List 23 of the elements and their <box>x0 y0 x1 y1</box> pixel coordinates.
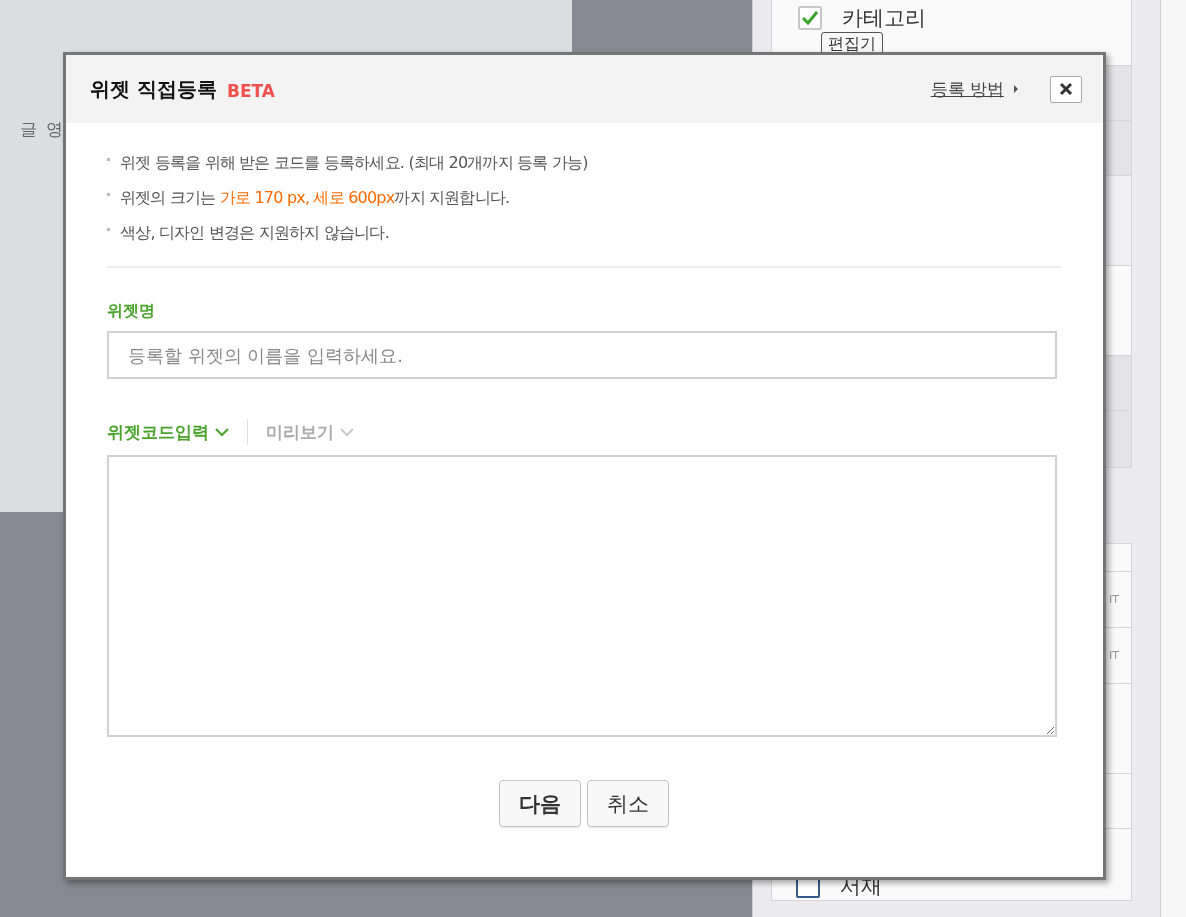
row-label: IT <box>1109 593 1119 606</box>
bullet-icon <box>107 158 110 161</box>
next-button[interactable]: 다음 <box>499 780 581 827</box>
note-text: 위젯 등록을 위해 받은 코드를 등록하세요. (최대 20개까지 등록 가능) <box>120 153 588 174</box>
note-text: 색상, 디자인 변경은 지원하지 않습니다. <box>120 223 389 244</box>
dialog-title: 위젯 직접등록 <box>90 75 217 103</box>
code-field[interactable] <box>107 455 1057 737</box>
bullet-icon <box>107 193 110 196</box>
name-field[interactable]: 등록할 위젯의 이름을 입력하세요. <box>107 331 1057 379</box>
cancel-button[interactable]: 취소 <box>587 780 669 827</box>
chevron-down-icon <box>215 427 229 437</box>
checkbox-label: 카테고리 <box>842 5 926 32</box>
arrow-icon <box>1014 85 1018 93</box>
close-button[interactable] <box>1050 75 1082 103</box>
row-label: IT <box>1109 649 1119 662</box>
bullet-icon <box>107 228 110 231</box>
note-text: 위젯의 크기는 가로 170 px, 세로 600px까지 지원합니다. <box>120 188 510 209</box>
close-icon <box>1059 82 1073 96</box>
help-link[interactable]: 등록 방법 <box>930 77 1004 101</box>
beta-label: BETA <box>226 80 275 101</box>
panel-label: 글 영 <box>20 119 66 139</box>
chevron-down-icon <box>340 427 354 437</box>
field-label: 위젯명 <box>107 301 156 322</box>
